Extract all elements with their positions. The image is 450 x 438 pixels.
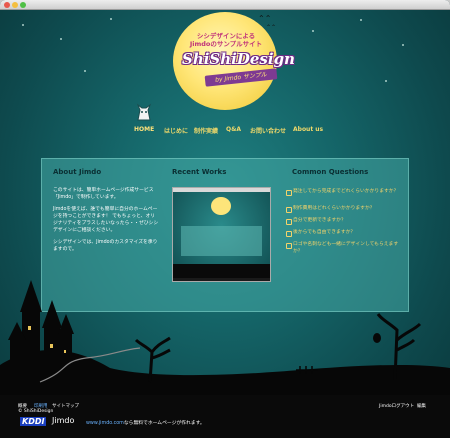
browser-window: シシデザインによる Jimdoのサンプルサイト ShiShiDesign by … xyxy=(0,0,450,438)
main-navigation: HOME はじめに 制作実績 Q&A お問い合わせ About us xyxy=(130,126,330,138)
web-page: シシデザインによる Jimdoのサンプルサイト ShiShiDesign by … xyxy=(0,10,450,438)
cat-mascot-icon xyxy=(136,103,152,121)
star-icon xyxy=(22,24,24,26)
nav-item-introduction[interactable]: はじめに xyxy=(164,126,188,135)
bat-icon: ⌃⌃ xyxy=(266,24,277,31)
star-icon xyxy=(402,44,404,46)
bat-icon: ⌃⌃ xyxy=(258,14,272,23)
about-title: About Jimdo xyxy=(53,168,102,176)
star-icon xyxy=(60,38,62,40)
jimdo-logo[interactable]: Jimdo xyxy=(52,416,74,425)
star-icon xyxy=(360,19,362,21)
tagline-line-1: シシデザインによる xyxy=(196,32,256,40)
promo-text: なら無料でホームページが作れます。 xyxy=(123,421,205,426)
nav-item-about-us[interactable]: About us xyxy=(293,126,323,133)
zoom-window-icon[interactable] xyxy=(20,2,26,8)
recent-work-thumbnail[interactable] xyxy=(172,187,271,282)
footer-edit-link[interactable]: 編集 xyxy=(417,403,426,409)
halloween-silhouette xyxy=(0,280,450,400)
thumbnail-content-box xyxy=(181,226,262,256)
question-link[interactable]: ロゴや名刺なども一緒にデザインしてもらえますか？ xyxy=(286,242,401,255)
thumbnail-page xyxy=(173,192,270,278)
kddi-logo[interactable]: KDDI xyxy=(20,417,47,426)
footer-logout-link[interactable]: Jimdoログアウト xyxy=(379,403,414,409)
title-bar xyxy=(0,0,450,10)
nav-item-contact[interactable]: お問い合わせ xyxy=(250,126,286,135)
tagline-line-2: Jimdoのサンプルサイト xyxy=(189,40,263,48)
question-link[interactable]: 自分で更新できますか？ xyxy=(286,218,401,225)
question-link[interactable]: 制作費用はどれくらいかかりますか？ xyxy=(286,206,401,213)
about-paragraph-2: Jimdoを使えば、誰でも簡単に自分のホームページを持つことができます！ でもち… xyxy=(53,207,159,233)
about-paragraph-3: シシデザインでは、Jimdoのカスタマイズを承りますので。 xyxy=(53,240,158,252)
footer-copyright: © ShiShiDesign xyxy=(18,409,54,414)
works-title: Recent Works xyxy=(172,168,227,176)
nav-item-home[interactable]: HOME xyxy=(134,126,154,133)
nav-item-qa[interactable]: Q&A xyxy=(226,126,241,133)
nav-item-works[interactable]: 制作実績 xyxy=(194,126,218,135)
question-link[interactable]: 発注してから完成までどれくらいかかりますか？ xyxy=(286,189,401,196)
star-icon xyxy=(385,80,387,82)
star-icon xyxy=(110,18,112,20)
thumbnail-moon xyxy=(211,197,231,215)
promo-url-link[interactable]: www.jimdo.com xyxy=(86,421,124,426)
header-tagline: シシデザインによる Jimdoのサンプルサイト xyxy=(170,32,282,48)
about-paragraph-1: このサイトは、簡単ホームページ作成サービス「Jimdo」で制作しています。 xyxy=(53,188,154,200)
star-icon xyxy=(84,70,86,72)
star-icon xyxy=(312,30,314,32)
close-window-icon[interactable] xyxy=(4,2,10,8)
site-logo[interactable]: ShiShiDesign xyxy=(182,50,295,68)
footer-promo: www.jimdo.comなら無料でホームページが作れます。 xyxy=(86,419,205,426)
footer-link-sitemap[interactable]: サイトマップ xyxy=(52,403,79,409)
minimize-window-icon[interactable] xyxy=(12,2,18,8)
questions-title: Common Questions xyxy=(292,168,369,176)
question-link[interactable]: 後からでも自由できますか？ xyxy=(286,230,401,237)
